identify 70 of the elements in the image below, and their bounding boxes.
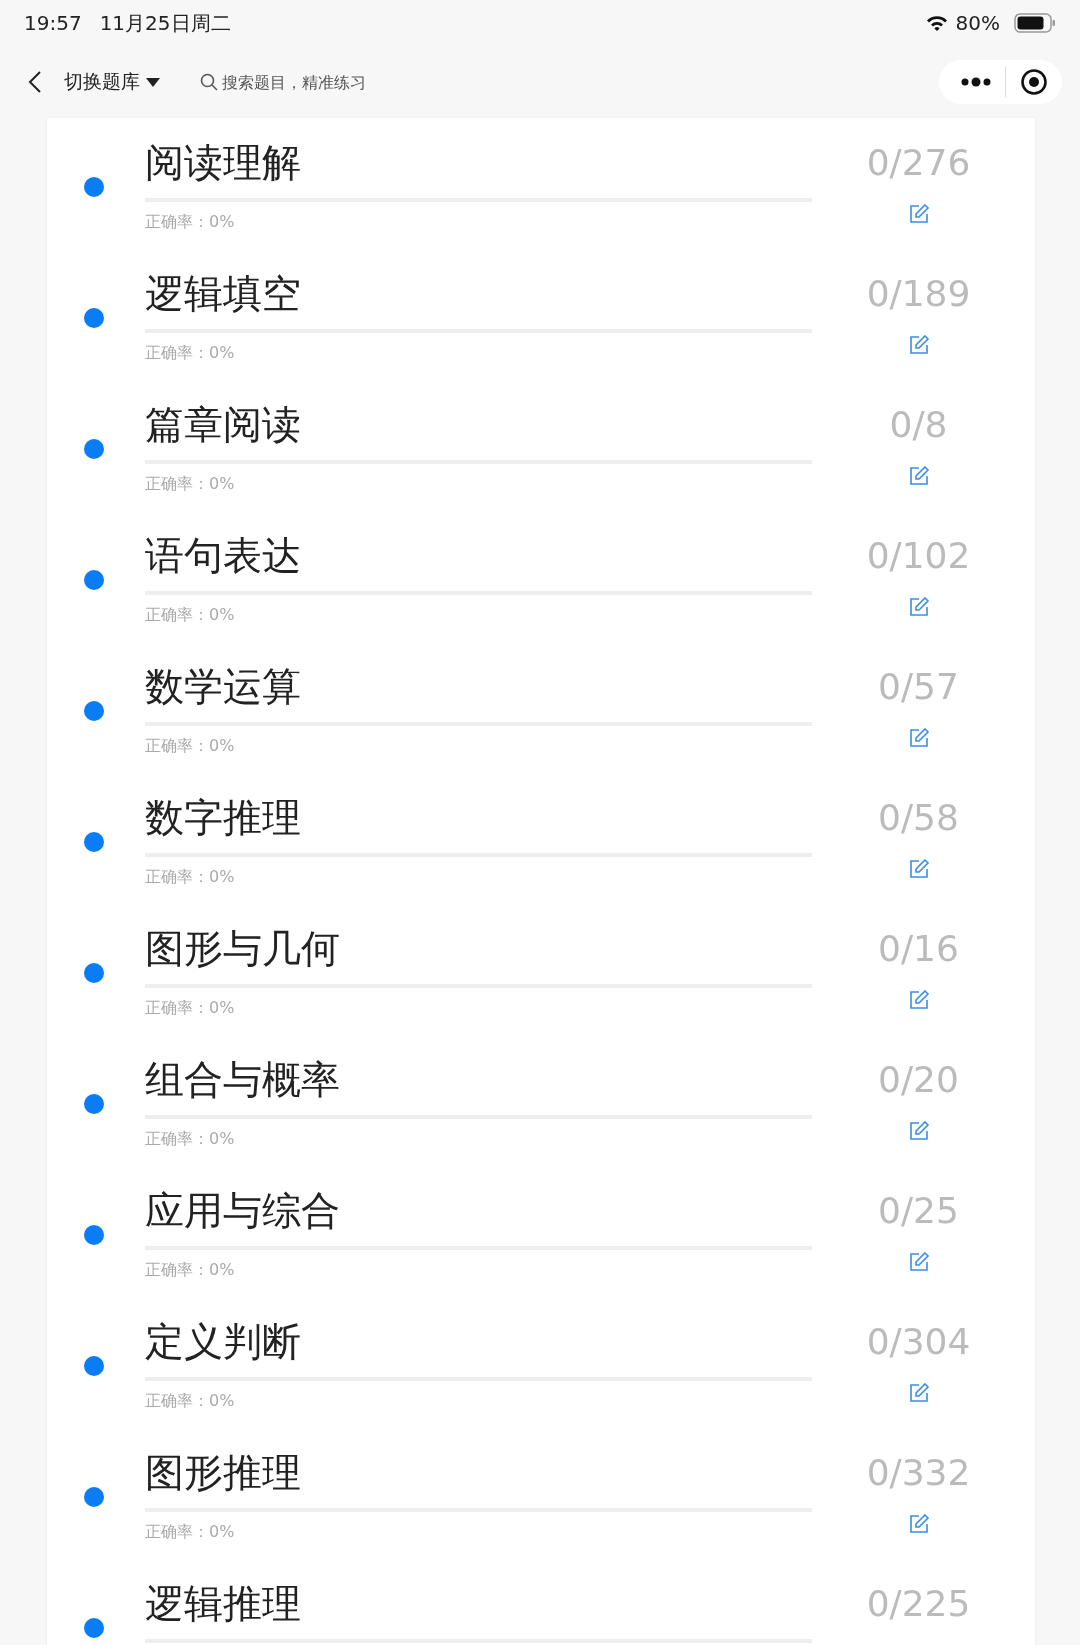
search-field[interactable]: 搜索题目，精准练习 [200, 72, 462, 92]
accuracy-text: 正确率：0% [145, 1129, 236, 1149]
question-count: 0/225 [866, 1582, 971, 1626]
bullet-dot [84, 439, 104, 459]
bullet-dot [84, 1094, 104, 1114]
bullet-dot [84, 308, 104, 328]
bullet-dot [84, 1618, 104, 1638]
edit-icon[interactable] [907, 1251, 930, 1273]
accuracy-text: 正确率：0% [145, 343, 236, 363]
edit-icon[interactable] [907, 858, 930, 880]
category-title[interactable]: 数字推理 [145, 793, 812, 843]
question-count: 0/16 [878, 927, 959, 971]
question-count: 0/102 [866, 534, 971, 578]
edit-icon[interactable] [907, 1382, 930, 1404]
bullet-dot [84, 1225, 104, 1245]
question-count: 0/332 [866, 1451, 971, 1495]
battery-percent: 80% [955, 11, 1000, 35]
accuracy-text: 正确率：0% [145, 736, 236, 756]
category-title[interactable]: 图形与几何 [145, 924, 812, 974]
question-count: 0/25 [878, 1189, 959, 1233]
wifi-icon [925, 15, 948, 31]
edit-icon[interactable] [907, 989, 930, 1011]
accuracy-text: 正确率：0% [145, 605, 236, 625]
accuracy-text: 正确率：0% [145, 474, 236, 494]
edit-icon[interactable] [907, 727, 930, 749]
status-date: 11月25日周二 [99, 9, 231, 37]
accuracy-text: 正确率：0% [145, 998, 236, 1018]
accuracy-text: 正确率：0% [145, 212, 236, 232]
category-title[interactable]: 逻辑填空 [145, 269, 812, 319]
accuracy-text: 正确率：0% [145, 1522, 236, 1542]
edit-icon[interactable] [907, 334, 930, 356]
more-icon[interactable] [961, 77, 991, 87]
question-count: 0/58 [878, 796, 959, 840]
caret-icon [146, 77, 160, 87]
question-count: 0/189 [866, 272, 971, 316]
category-title[interactable]: 逻辑推理 [145, 1579, 812, 1629]
accuracy-text: 正确率：0% [145, 867, 236, 887]
status-time: 19:57 [24, 11, 82, 35]
bullet-dot [84, 570, 104, 590]
category-title[interactable]: 阅读理解 [145, 138, 812, 188]
question-count: 0/304 [866, 1320, 971, 1364]
category-title[interactable]: 应用与综合 [145, 1186, 812, 1236]
battery-icon [1014, 13, 1056, 33]
accuracy-text: 正确率：0% [145, 1391, 236, 1411]
edit-icon[interactable] [907, 465, 930, 487]
question-count: 0/57 [878, 665, 959, 709]
back-icon[interactable] [28, 70, 42, 94]
edit-icon[interactable] [907, 1513, 930, 1535]
bullet-dot [84, 1356, 104, 1376]
accuracy-text: 正确率：0% [145, 1260, 236, 1280]
category-title[interactable]: 图形推理 [145, 1448, 812, 1498]
category-title[interactable]: 篇章阅读 [145, 400, 812, 450]
bullet-dot [84, 177, 104, 197]
question-count: 0/276 [866, 141, 971, 185]
question-count: 0/8 [889, 403, 948, 447]
close-app-icon[interactable] [1020, 68, 1048, 96]
category-title[interactable]: 组合与概率 [145, 1055, 812, 1105]
category-title[interactable]: 定义判断 [145, 1317, 812, 1367]
bullet-dot [84, 701, 104, 721]
edit-icon[interactable] [907, 203, 930, 225]
edit-icon[interactable] [907, 596, 930, 618]
bullet-dot [84, 963, 104, 983]
bullet-dot [84, 1487, 104, 1507]
edit-icon[interactable] [907, 1120, 930, 1142]
bullet-dot [84, 832, 104, 852]
switch-bank-button[interactable]: 切换题库 [64, 69, 160, 95]
category-title[interactable]: 语句表达 [145, 531, 812, 581]
search-icon [200, 73, 218, 91]
category-title[interactable]: 数学运算 [145, 662, 812, 712]
question-count: 0/20 [878, 1058, 959, 1102]
